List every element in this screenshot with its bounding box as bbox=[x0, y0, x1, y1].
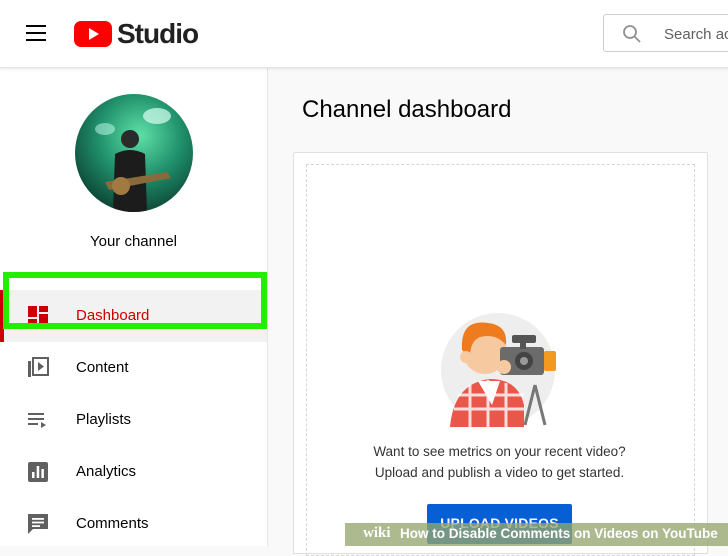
search-box[interactable]: Search acr bbox=[603, 14, 728, 52]
wikihow-watermark: wiki How to Disable Comments on Videos o… bbox=[345, 523, 728, 546]
content-icon bbox=[28, 357, 49, 377]
page-title: Channel dashboard bbox=[302, 96, 512, 123]
search-icon bbox=[623, 25, 641, 43]
sidebar-item-analytics[interactable]: Analytics bbox=[0, 446, 267, 498]
hamburger-menu-icon[interactable] bbox=[26, 25, 48, 41]
sidebar-item-label: Analytics bbox=[76, 463, 137, 480]
sidebar-item-comments[interactable]: Comments bbox=[0, 498, 267, 550]
your-channel-label[interactable]: Your channel bbox=[0, 233, 267, 250]
sidebar-item-content[interactable]: Content bbox=[0, 342, 267, 394]
top-bar: Studio Search acr bbox=[0, 0, 728, 68]
empty-state-message: Want to see metrics on your recent video… bbox=[293, 441, 706, 483]
dashboard-icon bbox=[28, 306, 48, 326]
sidebar-item-label: Dashboard bbox=[76, 307, 150, 324]
sidebar: Your channel Dashboard Content Playlists… bbox=[0, 68, 268, 546]
analytics-icon bbox=[28, 462, 48, 482]
watermark-brand: wiki bbox=[363, 525, 391, 541]
youtube-play-icon bbox=[74, 21, 112, 47]
sidebar-item-label: Content bbox=[76, 359, 129, 376]
message-line-1: Want to see metrics on your recent video… bbox=[373, 444, 626, 459]
sidebar-item-label: Playlists bbox=[76, 411, 132, 428]
sidebar-item-playlists[interactable]: Playlists bbox=[0, 394, 267, 446]
message-line-2: Upload and publish a video to get starte… bbox=[374, 465, 625, 480]
playlists-icon bbox=[28, 413, 46, 428]
sidebar-item-label: Comments bbox=[76, 515, 149, 532]
sidebar-item-dashboard[interactable]: Dashboard bbox=[0, 290, 267, 342]
watermark-title: How to Disable Comments on Videos on You… bbox=[400, 526, 718, 541]
sidebar-nav: Dashboard Content Playlists Analytics Co… bbox=[0, 290, 267, 550]
comments-icon bbox=[28, 514, 48, 534]
app-name: Studio bbox=[117, 18, 199, 49]
search-input[interactable]: Search acr bbox=[664, 26, 728, 43]
camera-operator-illustration bbox=[441, 313, 556, 427]
channel-avatar[interactable] bbox=[75, 94, 193, 212]
